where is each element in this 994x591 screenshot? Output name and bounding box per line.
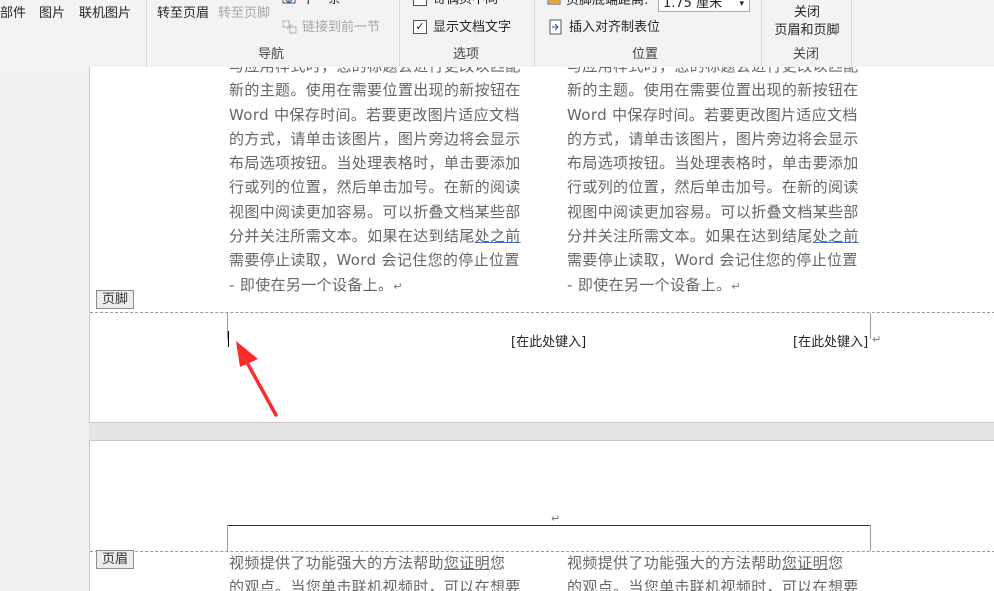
close-label: 关闭: [793, 5, 820, 20]
document-area: 与应用样式时，您的标题会进行更改以匹配 新的主题。使用在需要位置出现的新按钮在 …: [0, 67, 994, 591]
odd-even-checkbox[interactable]: [413, 0, 427, 6]
paragraph-mark: ↵: [872, 333, 882, 346]
header-corner-mark-right: [870, 525, 871, 551]
parts-button[interactable]: 部件: [0, 6, 26, 22]
text-line: 的观点。当您单击联机视频时，可以在想要: [567, 578, 859, 591]
text-line: 行或列的位置，然后单击加号。在新的阅读: [567, 178, 859, 197]
ribbon: 部件 图片 联机图片 转至页眉 转至页脚 下一条 链接到前一节 导航 奇偶页不同…: [0, 0, 994, 68]
header-tab: 页眉: [96, 550, 135, 569]
body-column-right[interactable]: 与应用样式时，您的标题会进行更改以匹配 新的主题。使用在需要位置出现的新按钮在 …: [567, 67, 875, 299]
next-icon: [282, 0, 296, 4]
group-separator: [399, 0, 400, 66]
link-previous-icon: [282, 20, 297, 34]
text-line: Word 中保存时间。若要更改图片适应文档: [567, 105, 858, 124]
header-corner-mark-left: [227, 525, 228, 551]
text-line: 需要停止读取，Word 会记住您的停止位置: [567, 251, 858, 270]
navigation-group-label: 导航: [258, 47, 285, 62]
text-cursor: [228, 331, 229, 347]
text-link[interactable]: 处之前: [475, 227, 521, 245]
page-2[interactable]: ↵ 页眉 视频提供了功能强大的方法帮助您证明您 的观点。当您单击联机视频时，可以…: [89, 440, 994, 591]
text-line: 新的主题。使用在需要位置出现的新按钮在: [229, 81, 521, 100]
goto-footer-button[interactable]: 转至页脚: [218, 6, 270, 22]
paragraph-mark: ↵: [393, 279, 403, 293]
link-previous-button[interactable]: 链接到前一节: [302, 20, 380, 36]
insert-align-tab-icon: [549, 19, 562, 35]
footer-placeholder-center[interactable]: [在此处键入]: [511, 331, 586, 350]
goto-header-button[interactable]: 转至页眉: [157, 6, 209, 22]
position-group-label: 位置: [632, 47, 659, 62]
picture-button[interactable]: 图片: [39, 6, 65, 22]
body-column-left[interactable]: 视频提供了功能强大的方法帮助您证明您 的观点。当您单击联机视频时，可以在想要: [229, 551, 537, 591]
text-line: 的方式，请单击该图片，图片旁边将会显示: [229, 129, 521, 148]
text-line: 新的主题。使用在需要位置出现的新按钮在: [567, 81, 859, 100]
online-picture-button[interactable]: 联机图片: [79, 6, 131, 22]
text-line: 的观点。当您单击联机视频时，可以在想要: [229, 578, 521, 591]
footer-distance-label: 页脚底端距离:: [566, 0, 649, 8]
group-separator: [146, 0, 147, 66]
text-line: - 即使在另一个设备上。↵: [567, 275, 741, 294]
text-line: 视图中阅读更加容易。可以折叠文档某些部: [229, 202, 521, 221]
text-line: 布局选项按钮。当处理表格时，单击要添加: [567, 154, 859, 173]
page-1[interactable]: 与应用样式时，您的标题会进行更改以匹配 新的主题。使用在需要位置出现的新按钮在 …: [89, 67, 994, 423]
next-button[interactable]: 下一条: [302, 0, 341, 8]
footer-tab: 页脚: [96, 290, 135, 309]
text-line: 视频提供了功能强大的方法帮助您证明您: [567, 554, 844, 572]
footer-boundary-line: [90, 312, 994, 313]
footer-distance-icon: [547, 0, 561, 5]
footer-distance-value: 1.75 厘米: [663, 0, 723, 11]
paragraph-mark: ↵: [731, 279, 741, 293]
close-header-footer-button[interactable]: 关闭 页眉和页脚: [764, 4, 850, 42]
options-group-label: 选项: [453, 47, 480, 62]
group-separator: [761, 0, 762, 66]
body-column-left[interactable]: 与应用样式时，您的标题会进行更改以匹配 新的主题。使用在需要位置出现的新按钮在 …: [229, 67, 537, 299]
show-doc-text-checkbox[interactable]: ✓: [413, 20, 427, 34]
text-line: 视频提供了功能强大的方法帮助您证明您: [229, 554, 506, 572]
red-arrow-annotation: [236, 341, 278, 417]
footer-placeholder-right[interactable]: [在此处键入]: [793, 331, 868, 350]
close-label-2: 页眉和页脚: [774, 23, 840, 38]
show-doc-text-label: 显示文档文字: [433, 20, 512, 35]
text-line: 分并关注所需文本。如果在达到结尾处之前: [229, 227, 521, 246]
text-line: 需要停止读取，Word 会记住您的停止位置: [229, 251, 520, 270]
text-line: 布局选项按钮。当处理表格时，单击要添加: [229, 154, 521, 173]
text-line: 与应用样式时，您的标题会进行更改以匹配: [229, 67, 537, 78]
text-line: 行或列的位置，然后单击加号。在新的阅读: [229, 178, 521, 197]
text-line: Word 中保存时间。若要更改图片适应文档: [229, 105, 520, 124]
text-line: - 即使在另一个设备上。↵: [229, 275, 403, 294]
text-line: 分并关注所需文本。如果在达到结尾处之前: [567, 227, 859, 246]
odd-even-label: 奇偶页不同: [433, 0, 498, 8]
close-group-label: 关闭: [793, 47, 820, 62]
text-link[interactable]: 您证明: [782, 554, 828, 572]
text-line: 与应用样式时，您的标题会进行更改以匹配: [567, 67, 875, 78]
text-line: 的方式，请单击该图片，图片旁边将会显示: [567, 129, 859, 148]
footer-corner-mark-right: [870, 313, 871, 339]
insert-align-tab-button[interactable]: 插入对齐制表位: [569, 20, 660, 36]
text-link[interactable]: 您证明: [444, 554, 490, 572]
text-link[interactable]: 处之前: [813, 227, 859, 245]
text-line: 视图中阅读更加容易。可以折叠文档某些部: [567, 202, 859, 221]
header-bottom-border: [227, 525, 871, 526]
spin-down-icon[interactable]: ▾: [739, 0, 744, 13]
paragraph-mark: ↵: [551, 512, 561, 525]
group-separator: [851, 0, 852, 66]
footer-distance-input[interactable]: 1.75 厘米 ▾: [658, 0, 750, 12]
group-separator: [534, 0, 535, 66]
body-column-right[interactable]: 视频提供了功能强大的方法帮助您证明您 的观点。当您单击联机视频时，可以在想要: [567, 551, 875, 591]
left-margin-strip: [0, 67, 89, 591]
